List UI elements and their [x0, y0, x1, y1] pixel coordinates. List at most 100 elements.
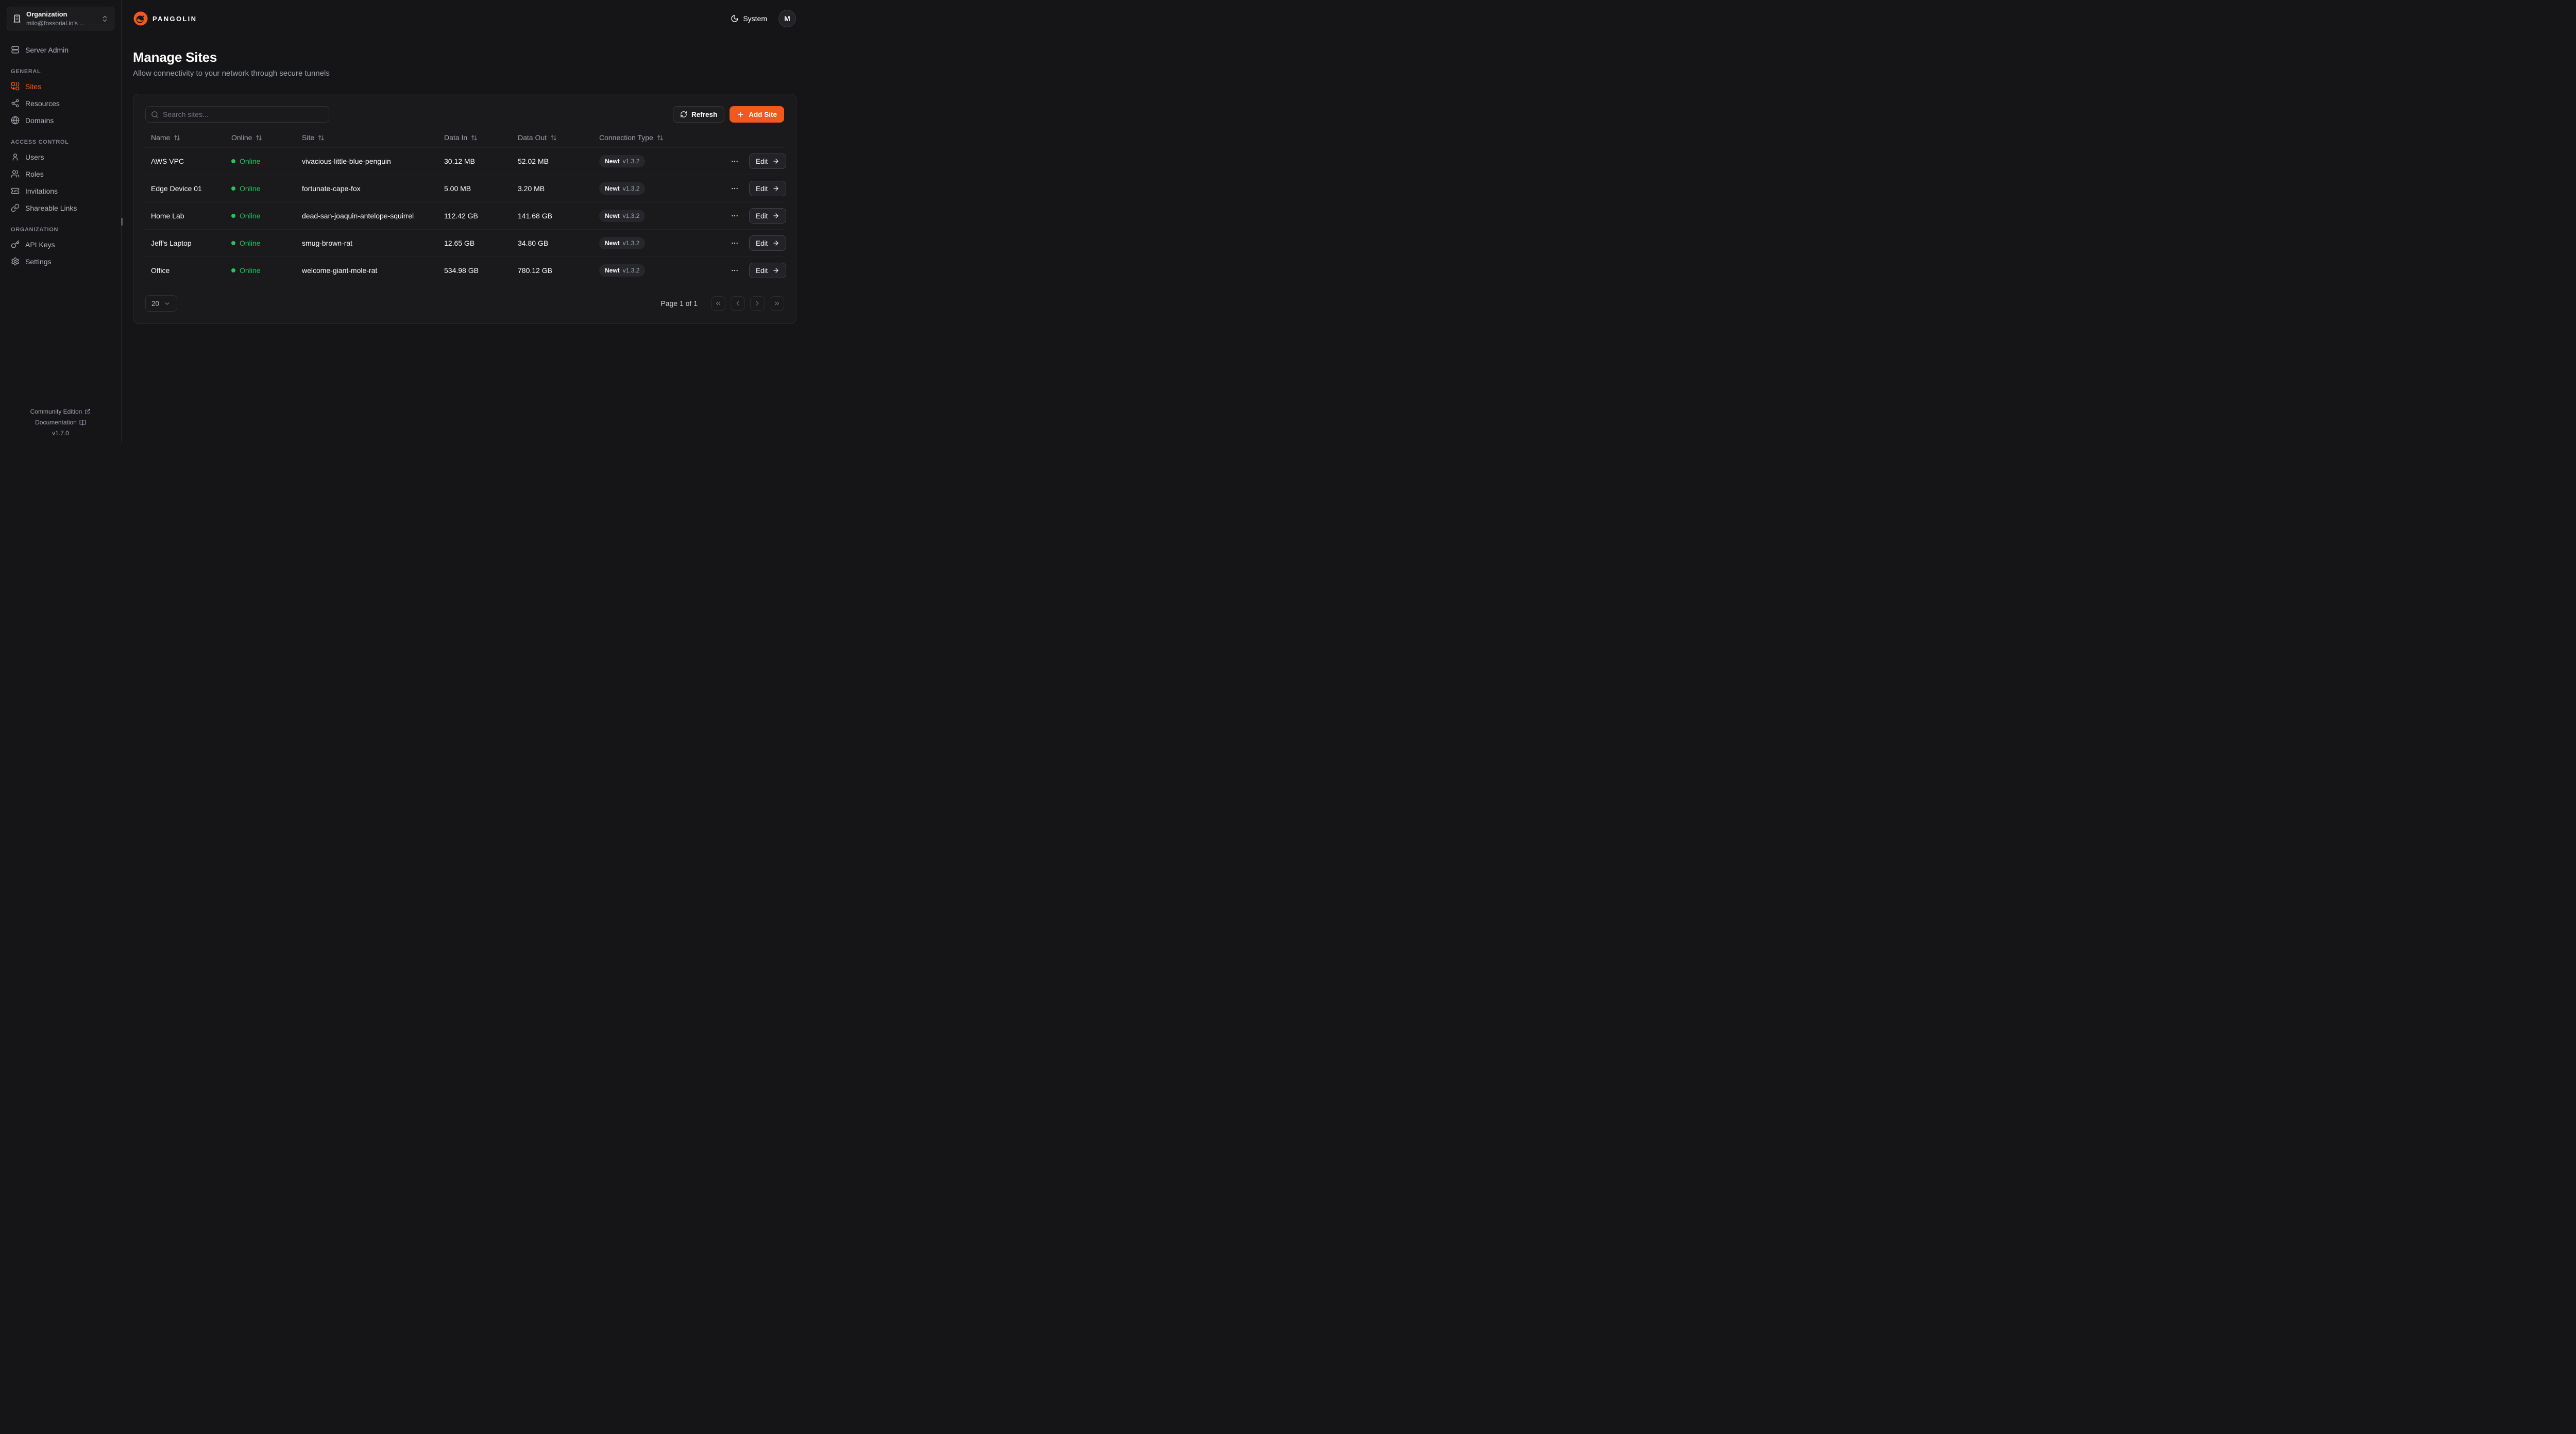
server-icon	[11, 45, 20, 54]
column-header-site[interactable]: Site	[302, 133, 444, 142]
cell-data-in: 30.12 MB	[444, 157, 518, 165]
user-avatar[interactable]: M	[778, 10, 796, 27]
cell-connection-type: Newtv1.3.2	[599, 237, 728, 249]
arrow-right-icon	[772, 267, 779, 274]
page-size-value: 20	[151, 300, 159, 308]
sidebar-footer: Community Edition Documentation v1.7.0	[0, 402, 121, 443]
section-label-organization: Organization	[7, 227, 114, 233]
cell-name: AWS VPC	[151, 157, 231, 165]
cell-online: Online	[231, 266, 302, 275]
sidebar-item-invitations[interactable]: Invitations	[7, 182, 114, 199]
edit-button[interactable]: Edit	[749, 208, 786, 224]
cell-site: welcome-giant-mole-rat	[302, 266, 444, 275]
column-header-data-out[interactable]: Data Out	[518, 133, 599, 142]
table-row: Edge Device 01 Online fortunate-cape-fox…	[145, 175, 784, 202]
column-header-online[interactable]: Online	[231, 133, 302, 142]
edit-button[interactable]: Edit	[749, 153, 786, 169]
sidebar-item-server-admin[interactable]: Server Admin	[7, 41, 114, 58]
sidebar-item-label: Invitations	[25, 187, 58, 195]
community-edition-link[interactable]: Community Edition	[30, 408, 91, 415]
row-menu-button[interactable]	[728, 264, 741, 277]
row-menu-button[interactable]	[728, 155, 741, 167]
cell-data-in: 534.98 GB	[444, 266, 518, 275]
add-site-button[interactable]: Add Site	[730, 106, 784, 123]
sidebar-item-roles[interactable]: Roles	[7, 165, 114, 182]
moon-icon	[731, 14, 739, 23]
cell-site: vivacious-little-blue-penguin	[302, 157, 444, 165]
sidebar-item-label: Sites	[25, 82, 41, 91]
cell-site: dead-san-joaquin-antelope-squirrel	[302, 212, 444, 220]
cell-online: Online	[231, 239, 302, 247]
cell-connection-type: Newtv1.3.2	[599, 155, 728, 167]
chevrons-up-down-icon	[101, 15, 109, 23]
section-label-general: General	[7, 69, 114, 75]
ticket-check-icon	[11, 186, 20, 195]
row-menu-button[interactable]	[728, 182, 741, 195]
refresh-button[interactable]: Refresh	[673, 106, 724, 123]
column-header-name[interactable]: Name	[151, 133, 231, 142]
sites-toolbar: Refresh Add Site	[145, 106, 784, 123]
edit-button[interactable]: Edit	[749, 263, 786, 278]
globe-icon	[11, 116, 20, 125]
cell-data-out: 3.20 MB	[518, 184, 599, 193]
sites-card: Refresh Add Site Name Online	[133, 94, 796, 324]
sidebar-scrollbar-thumb[interactable]	[121, 218, 123, 226]
plus-icon	[737, 111, 744, 118]
sort-icon	[471, 134, 478, 141]
search-icon	[151, 111, 159, 118]
online-dot-icon	[231, 186, 235, 191]
first-page-button[interactable]	[711, 296, 725, 311]
brand[interactable]: PANGOLIN	[133, 11, 197, 26]
cell-connection-type: Newtv1.3.2	[599, 182, 728, 195]
online-dot-icon	[231, 214, 235, 218]
cell-online: Online	[231, 157, 302, 165]
column-header-data-in[interactable]: Data In	[444, 133, 518, 142]
next-page-button[interactable]	[750, 296, 765, 311]
last-page-button[interactable]	[770, 296, 784, 311]
organization-label: Organization	[26, 10, 67, 18]
sidebar-item-api-keys[interactable]: API Keys	[7, 236, 114, 253]
sidebar-item-users[interactable]: Users	[7, 148, 114, 165]
arrow-right-icon	[772, 240, 779, 247]
user-icon	[11, 152, 20, 161]
organization-value: milo@fossorial.io's ...	[26, 20, 84, 27]
sidebar-item-label: Settings	[25, 258, 52, 266]
sort-icon	[550, 134, 557, 141]
sidebar-item-shareable-links[interactable]: Shareable Links	[7, 199, 114, 216]
cell-online: Online	[231, 184, 302, 193]
cell-data-in: 5.00 MB	[444, 184, 518, 193]
cell-data-out: 34.80 GB	[518, 239, 599, 247]
brand-name: PANGOLIN	[152, 15, 197, 23]
add-site-label: Add Site	[749, 111, 777, 118]
edit-button[interactable]: Edit	[749, 181, 786, 196]
edit-button[interactable]: Edit	[749, 235, 786, 251]
sidebar-item-sites[interactable]: Sites	[7, 78, 114, 95]
page-size-select[interactable]: 20	[145, 295, 177, 312]
page-indicator: Page 1 of 1	[660, 299, 698, 308]
previous-page-button[interactable]	[731, 296, 745, 311]
sidebar-item-settings[interactable]: Settings	[7, 253, 114, 270]
row-menu-button[interactable]	[728, 210, 741, 222]
search-input[interactable]	[163, 110, 324, 118]
users-icon	[11, 169, 20, 178]
sidebar-item-domains[interactable]: Domains	[7, 112, 114, 129]
sort-icon	[256, 134, 262, 141]
cell-name: Home Lab	[151, 212, 231, 220]
online-dot-icon	[231, 268, 235, 272]
arrow-right-icon	[772, 212, 779, 219]
refresh-icon	[680, 111, 687, 118]
cell-data-out: 141.68 GB	[518, 212, 599, 220]
documentation-link[interactable]: Documentation	[35, 419, 86, 426]
column-header-connection-type[interactable]: Connection Type	[599, 133, 728, 142]
cell-name: Jeff's Laptop	[151, 239, 231, 247]
sidebar-item-label: Roles	[25, 170, 44, 178]
connection-badge: Newtv1.3.2	[599, 264, 645, 277]
refresh-label: Refresh	[691, 111, 717, 118]
organization-selector[interactable]: Organization milo@fossorial.io's ...	[7, 7, 114, 30]
link-icon	[11, 203, 20, 212]
row-menu-button[interactable]	[728, 237, 741, 249]
topbar: PANGOLIN System M	[122, 0, 808, 37]
sidebar-item-resources[interactable]: Resources	[7, 95, 114, 112]
search-box	[145, 106, 329, 123]
theme-toggle[interactable]: System	[731, 14, 767, 23]
